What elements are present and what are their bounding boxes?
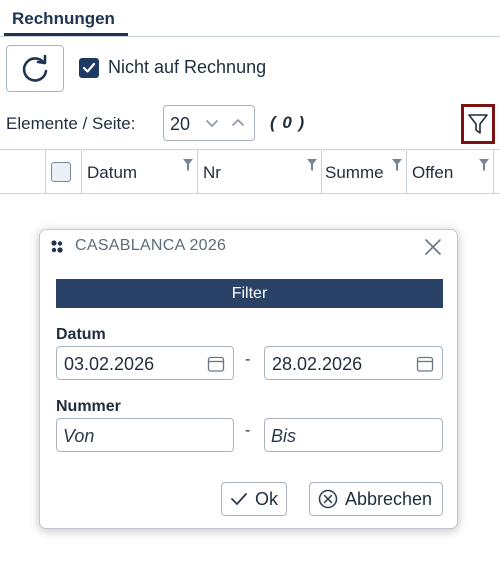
chevron-down-icon[interactable] [202, 112, 222, 134]
date-section-label: Datum [56, 326, 106, 343]
items-per-page-label: Elemente / Seite: [6, 114, 136, 133]
tab-label: Rechnungen [12, 9, 115, 28]
column-header-label: Nr [203, 163, 221, 182]
tab-bar: Rechnungen [0, 0, 500, 37]
page-size-stepper[interactable]: 20 [163, 105, 255, 141]
grid-header: Datum Nr Summe Offen [0, 149, 500, 194]
filter-icon [468, 114, 488, 134]
number-from-field[interactable]: Von [56, 418, 234, 452]
dialog-title: CASABLANCA 2026 [75, 237, 227, 254]
column-filter-icon[interactable] [392, 159, 402, 171]
select-all-column [45, 150, 81, 194]
column-summe[interactable]: Summe [321, 150, 406, 194]
column-offen[interactable]: Offen [406, 150, 493, 194]
column-overflow [493, 150, 500, 194]
app-logo-icon [51, 240, 63, 253]
column-header-label: Datum [87, 163, 138, 182]
not-invoiced-label[interactable]: Nicht auf Rechnung [108, 57, 266, 78]
filter-button[interactable] [461, 104, 495, 144]
date-to-value: 28.02.2026 [272, 354, 363, 374]
select-all-checkbox[interactable] [51, 162, 71, 182]
number-to-field[interactable]: Bis [264, 418, 443, 452]
cancel-button[interactable]: Abbrechen [309, 482, 443, 516]
column-header-label: Summe [325, 163, 384, 182]
refresh-icon [22, 54, 48, 82]
date-to-field[interactable]: 28.02.2026 [264, 346, 443, 380]
column-filter-icon[interactable] [307, 159, 317, 171]
checkmark-icon [82, 62, 96, 73]
chevron-up-icon[interactable] [228, 112, 248, 134]
column-filter-icon[interactable] [183, 159, 193, 171]
close-icon[interactable] [423, 237, 443, 257]
filter-header-bar: Filter [56, 279, 443, 308]
tab-rechnungen[interactable]: Rechnungen [4, 0, 128, 36]
column-nr[interactable]: Nr [197, 150, 321, 194]
number-section-label: Nummer [56, 398, 121, 415]
not-invoiced-checkbox[interactable] [79, 58, 99, 78]
check-icon [231, 493, 247, 505]
page-size-value[interactable]: 20 [170, 114, 190, 135]
filter-dialog: CASABLANCA 2026 Filter Datum 03.02.2026 … [39, 229, 458, 529]
date-from-field[interactable]: 03.02.2026 [56, 346, 234, 380]
column-filter-icon[interactable] [479, 159, 489, 171]
date-range-separator: - [245, 351, 251, 368]
ok-button[interactable]: Ok [221, 482, 287, 516]
date-from-value: 03.02.2026 [64, 354, 155, 374]
cancel-circle-icon [318, 489, 338, 509]
cancel-button-label: Abbrechen [345, 488, 433, 509]
calendar-icon[interactable] [207, 355, 225, 373]
number-range-separator: - [245, 422, 251, 439]
number-from-placeholder: Von [63, 426, 95, 446]
result-count: ( 0 ) [270, 113, 306, 132]
ok-button-label: Ok [255, 488, 279, 509]
calendar-icon[interactable] [416, 355, 434, 373]
column-header-label: Offen [412, 163, 454, 182]
number-to-placeholder: Bis [271, 426, 297, 446]
refresh-button[interactable] [6, 45, 64, 92]
column-datum[interactable]: Datum [81, 150, 197, 194]
